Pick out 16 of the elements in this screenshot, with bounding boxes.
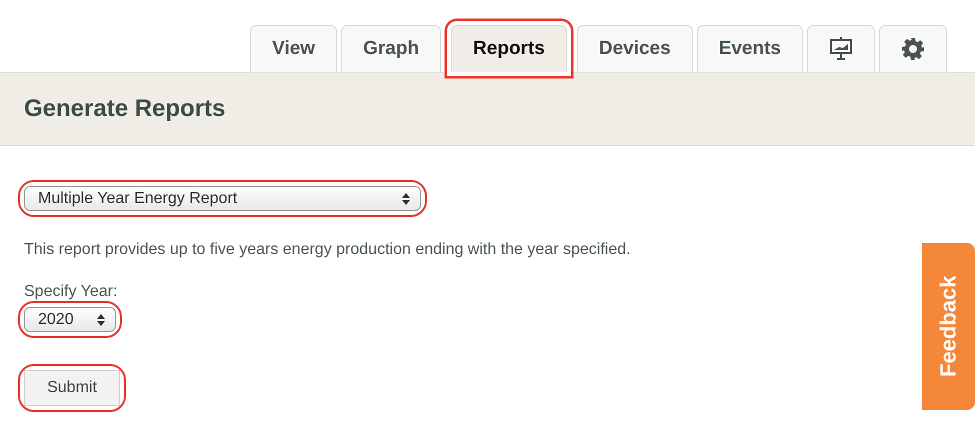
settings-icon — [901, 37, 925, 61]
report-description: This report provides up to five years energy production ending with the year specified. — [24, 241, 631, 259]
updown-icon — [97, 314, 105, 326]
tab[interactable]: Devices — [576, 25, 693, 72]
tab[interactable]: View — [250, 25, 338, 72]
tab[interactable]: Graph — [341, 25, 442, 72]
display-board-icon — [829, 37, 853, 61]
year-select[interactable]: 2020 — [24, 307, 116, 332]
report-select[interactable]: Multiple Year Energy Report — [24, 186, 421, 211]
page-title: Generate Reports — [24, 95, 226, 123]
submit-button[interactable]: Submit — [24, 370, 120, 406]
tab[interactable]: Events — [696, 25, 803, 72]
settings-tab[interactable] — [879, 25, 947, 72]
updown-icon — [402, 192, 410, 204]
year-label: Specify Year: — [24, 283, 118, 301]
display-tab[interactable] — [807, 25, 875, 72]
